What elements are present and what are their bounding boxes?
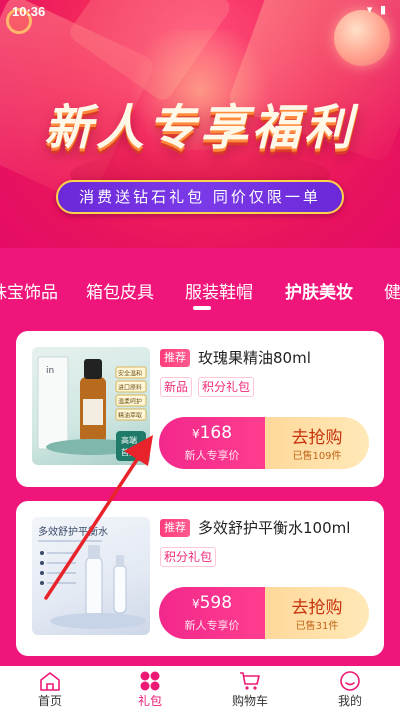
price: ¥598	[191, 593, 233, 613]
product-tag: 积分礼包	[160, 547, 217, 567]
tab-skincare[interactable]: 护肤美妆	[285, 278, 353, 303]
profile-icon	[340, 671, 360, 691]
svg-text:in: in	[46, 366, 54, 376]
product-card[interactable]: 多效舒护平衡水 推荐 多效舒护平衡水100ml 积分礼包 ¥598 新人专享价 …	[16, 501, 384, 656]
price-note: 新人专享价	[184, 449, 240, 462]
peach-decoration-icon	[334, 10, 390, 66]
nav-cart-label: 购物车	[231, 694, 268, 708]
status-time: 10:36	[12, 4, 46, 19]
price: ¥168	[191, 423, 233, 443]
buy-bar[interactable]: ¥598 新人专享价 去抢购 已售31件	[159, 587, 369, 639]
nav-gift-label: 礼包	[137, 694, 162, 708]
svg-text:安全温和: 安全温和	[118, 370, 142, 378]
svg-text:首选: 首选	[121, 447, 137, 457]
product-name[interactable]: 玫瑰果精油80ml	[198, 347, 311, 368]
buy-bar[interactable]: ¥168 新人专享价 去抢购 已售109件	[159, 417, 369, 469]
promo-pill[interactable]: 消费送钻石礼包 同价仅限一单	[56, 180, 344, 214]
toner-bottle-illustration: 多效舒护平衡水	[38, 525, 146, 629]
nav-profile[interactable]: 我的	[310, 666, 390, 712]
product-card[interactable]: in 安全温和 进口原料 温柔呵护 精油萃取 高端 首选 推荐 玫瑰果精油80m…	[16, 331, 384, 487]
recommend-badge: 推荐	[160, 519, 190, 537]
tab-bags[interactable]: 箱包皮具	[86, 278, 154, 303]
product-tag: 新品	[160, 377, 193, 397]
product-tag: 积分礼包	[198, 377, 255, 397]
nav-profile-label: 我的	[337, 694, 362, 708]
banner-title: 新人专享福利	[43, 100, 356, 156]
svg-text:高端: 高端	[121, 435, 137, 445]
nav-home-label: 首页	[37, 694, 62, 708]
tab-clothing[interactable]: 服装鞋帽	[185, 278, 253, 303]
sold-count: 已售109件	[292, 451, 342, 462]
active-tab-indicator	[193, 306, 211, 310]
status-icons: ▾ ▮	[366, 3, 388, 16]
product-name[interactable]: 多效舒护平衡水100ml	[198, 517, 350, 538]
nav-cart[interactable]: 购物车	[210, 666, 290, 712]
tab-jewelry[interactable]: 珠宝饰品	[0, 278, 58, 303]
price-note: 新人专享价	[184, 619, 240, 632]
price-block: ¥168 新人专享价	[159, 417, 265, 469]
grab-button[interactable]: 去抢购 已售109件	[265, 417, 369, 469]
grab-button-label: 去抢购	[291, 428, 343, 448]
tab-health[interactable]: 健	[384, 278, 400, 303]
sold-count: 已售31件	[295, 621, 339, 632]
product-image[interactable]: 多效舒护平衡水	[32, 517, 150, 635]
nav-home[interactable]: 首页	[10, 666, 90, 712]
gift-grid-icon	[140, 671, 160, 691]
svg-text:进口原料: 进口原料	[118, 384, 142, 392]
price-block: ¥598 新人专享价	[159, 587, 265, 639]
svg-text:温柔呵护: 温柔呵护	[118, 398, 142, 406]
serum-bottle-illustration: in 安全温和 进口原料 温柔呵护 精油萃取 高端 首选	[37, 356, 147, 461]
cart-icon	[240, 672, 260, 690]
svg-text:精油萃取: 精油萃取	[118, 412, 142, 420]
svg-text:多效舒护平衡水: 多效舒护平衡水	[38, 525, 108, 538]
grab-button[interactable]: 去抢购 已售31件	[265, 587, 369, 639]
bottom-nav: 首页 礼包 购物车 我的	[0, 666, 400, 712]
nav-gift[interactable]: 礼包	[110, 666, 190, 712]
hero-banner[interactable]: 10:36 ▾ ▮ 新人专享福利 消费送钻石礼包 同价仅限一单	[0, 0, 400, 248]
recommend-badge: 推荐	[160, 349, 190, 367]
grab-button-label: 去抢购	[291, 598, 343, 618]
home-icon	[40, 672, 60, 691]
product-image[interactable]: in 安全温和 进口原料 温柔呵护 精油萃取 高端 首选	[32, 347, 150, 465]
